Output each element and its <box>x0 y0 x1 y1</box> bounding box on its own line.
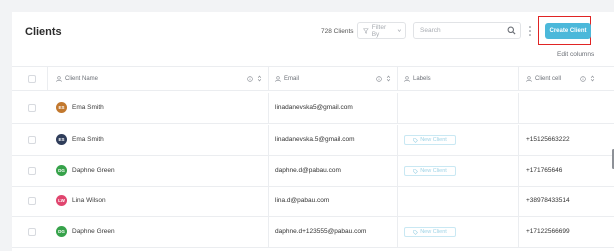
create-client-button[interactable]: Create Client <box>545 23 591 39</box>
search-icon[interactable] <box>507 26 516 35</box>
column-divider <box>268 186 269 216</box>
column-label: Email <box>284 75 300 82</box>
info-icon[interactable] <box>247 75 253 82</box>
table-row[interactable]: DG Daphne Green daphne.d@pabau.com New Clie… <box>12 156 614 187</box>
search-input[interactable] <box>414 23 502 38</box>
user-icon <box>404 75 410 82</box>
row-checkbox[interactable] <box>28 167 36 175</box>
sort-icon[interactable] <box>386 75 391 82</box>
column-divider <box>518 67 519 90</box>
filter-by-dropdown[interactable]: Filter By <box>357 22 406 39</box>
column-divider <box>518 217 519 247</box>
label-text: New Client <box>420 168 447 174</box>
column-divider <box>47 67 48 90</box>
table-row[interactable]: DG Daphne Green daphne.d+123555@pabau.com N… <box>12 217 614 248</box>
client-email: linadanevska.5@gmail.com <box>275 136 355 143</box>
filter-by-label: Filter By <box>371 23 387 38</box>
client-phone: +38978433514 <box>526 197 570 204</box>
label-badge[interactable]: New Client <box>404 227 456 237</box>
client-phone: +17122566699 <box>526 228 570 235</box>
search-box <box>413 22 521 39</box>
row-checkbox[interactable] <box>28 228 36 236</box>
client-name[interactable]: Daphne Green <box>72 167 115 174</box>
client-email: daphne.d+123555@pabau.com <box>275 228 367 235</box>
column-divider <box>268 93 269 123</box>
avatar: LW <box>56 195 67 206</box>
client-name[interactable]: Ema Smith <box>72 136 104 143</box>
sort-icon[interactable] <box>257 75 262 82</box>
user-icon <box>526 75 532 82</box>
column-controls <box>580 67 595 90</box>
avatar: ES <box>56 134 67 145</box>
more-options-icon[interactable] <box>528 26 532 36</box>
column-divider <box>518 125 519 155</box>
client-name[interactable]: Ema Smith <box>72 104 104 111</box>
chevron-down-icon <box>397 29 402 32</box>
client-name[interactable]: Daphne Green <box>72 228 115 235</box>
column-controls <box>376 67 391 90</box>
column-divider <box>397 186 398 216</box>
client-count: 728 Clients <box>321 28 354 35</box>
client-phone: +15125663222 <box>526 136 570 143</box>
tag-icon <box>413 137 419 143</box>
page-title: Clients <box>25 26 62 38</box>
client-name[interactable]: Lina Wilson <box>72 197 106 204</box>
client-email: daphne.d@pabau.com <box>275 167 341 174</box>
select-all-checkbox[interactable] <box>28 75 36 83</box>
info-icon[interactable] <box>580 75 586 82</box>
filter-icon <box>363 27 369 34</box>
column-divider <box>397 217 398 247</box>
column-label: Labels <box>413 75 431 82</box>
label-text: New Client <box>420 137 447 143</box>
column-divider <box>397 67 398 90</box>
label-badge[interactable]: New Client <box>404 135 456 145</box>
user-icon <box>56 75 62 82</box>
avatar: ES <box>56 102 67 113</box>
clients-card: Clients 728 Clients Filter By Create Cli… <box>12 12 614 251</box>
client-phone: +171765646 <box>526 167 563 174</box>
client-email: linadanevska5@gmail.com <box>275 104 353 111</box>
column-header-email[interactable]: Email <box>275 67 299 90</box>
column-header-labels[interactable]: Labels <box>404 67 431 90</box>
tag-icon <box>413 168 419 174</box>
user-icon <box>275 75 281 82</box>
row-checkbox[interactable] <box>28 104 36 112</box>
table-row[interactable]: ES Ema Smith linadanevska.5@gmail.com New C… <box>12 125 614 156</box>
column-controls <box>247 67 262 90</box>
avatar: DG <box>56 165 67 176</box>
row-checkbox[interactable] <box>28 136 36 144</box>
column-divider <box>397 125 398 155</box>
column-divider <box>397 156 398 186</box>
column-divider <box>268 67 269 90</box>
column-divider <box>268 217 269 247</box>
client-email: lina.d@pabau.com <box>275 197 330 204</box>
row-checkbox[interactable] <box>28 197 36 205</box>
column-divider <box>518 186 519 216</box>
column-divider <box>268 156 269 186</box>
column-label: Client Name <box>65 75 99 82</box>
column-header-client-cell[interactable]: Client cell <box>526 67 561 90</box>
label-badge[interactable]: New Client <box>404 166 456 176</box>
column-divider <box>518 93 519 123</box>
column-label: Client cell <box>535 75 562 82</box>
column-divider <box>268 125 269 155</box>
column-divider <box>397 93 398 123</box>
table-row[interactable]: ES Ema Smith linadanevska5@gmail.com <box>12 93 614 124</box>
edit-columns-link[interactable]: Edit columns <box>557 51 594 58</box>
label-text: New Client <box>420 229 447 235</box>
table-header: Client Name Email Labels Client cell <box>12 66 614 91</box>
column-divider <box>518 156 519 186</box>
column-header-client-name[interactable]: Client Name <box>56 67 98 90</box>
tag-icon <box>413 229 419 235</box>
info-icon[interactable] <box>376 75 382 82</box>
table-row[interactable]: LW Lina Wilson lina.d@pabau.com +3897843351… <box>12 186 614 217</box>
avatar: DG <box>56 226 67 237</box>
sort-icon[interactable] <box>590 75 595 82</box>
